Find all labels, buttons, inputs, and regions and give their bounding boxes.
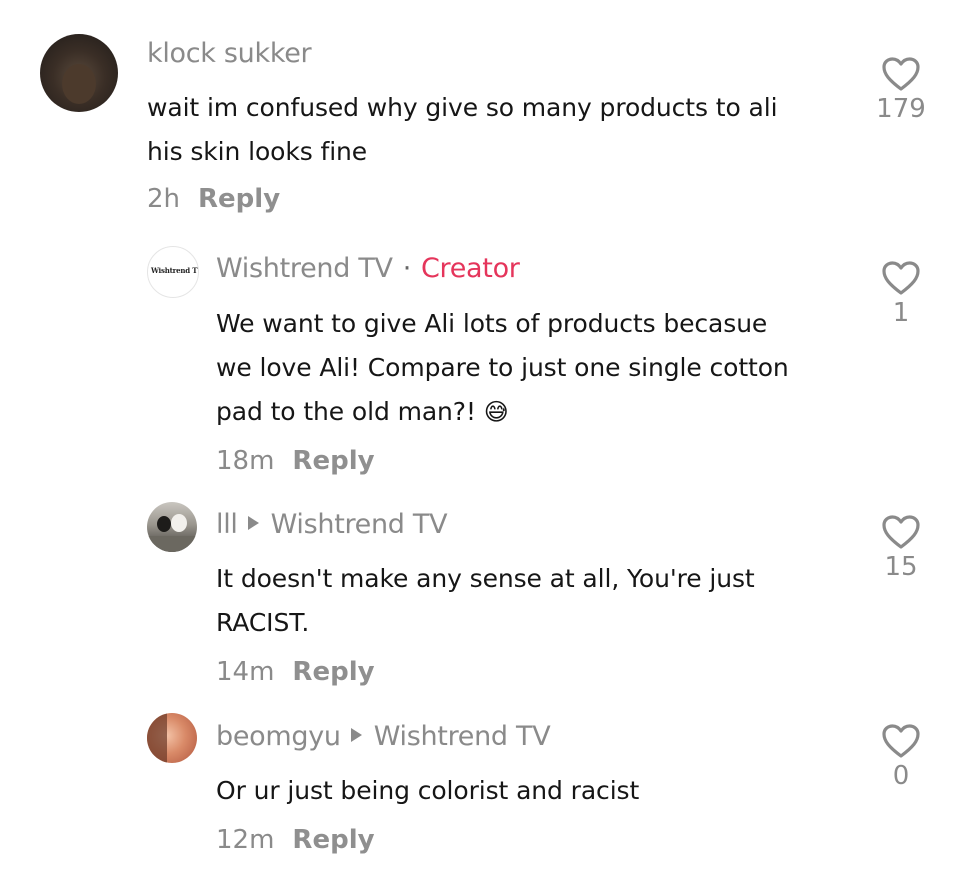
- wishtrend-logo: Wishtrend TV: [151, 266, 199, 275]
- comment-line: Or ur just being colorist and racist: [216, 776, 640, 805]
- creator-badge: Creator: [420, 253, 520, 284]
- like-count: 0: [892, 761, 910, 791]
- comment-username[interactable]: lll Wishtrend TV: [216, 509, 448, 540]
- avatar[interactable]: [147, 713, 197, 763]
- comment-username[interactable]: klock sukker: [147, 38, 312, 69]
- like-button[interactable]: 1: [871, 260, 931, 328]
- reply-button[interactable]: Reply: [198, 184, 280, 214]
- reply-button[interactable]: Reply: [292, 825, 374, 855]
- comment-meta: 2h Reply: [147, 184, 280, 214]
- like-button[interactable]: 179: [871, 56, 931, 124]
- like-count: 15: [884, 552, 918, 582]
- reply-to-username[interactable]: Wishtrend TV: [271, 509, 448, 540]
- reply-button[interactable]: Reply: [292, 446, 374, 476]
- avatar[interactable]: Wishtrend TV: [147, 246, 199, 298]
- like-button[interactable]: 0: [871, 723, 931, 791]
- comment-username[interactable]: beomgyu Wishtrend TV: [216, 721, 551, 752]
- comment-line: RACIST.: [216, 608, 310, 637]
- like-count: 1: [892, 298, 910, 328]
- username-text[interactable]: lll: [216, 509, 238, 540]
- comment-line: It doesn't make any sense at all, You're…: [216, 564, 755, 593]
- comment-line: pad to the old man?! 😅: [216, 390, 789, 434]
- play-arrow-icon: [247, 516, 259, 530]
- username-text[interactable]: beomgyu: [216, 721, 341, 752]
- comment-text: We want to give Ali lots of products bec…: [216, 302, 789, 434]
- comment-meta: 12m Reply: [216, 825, 375, 855]
- username-text[interactable]: klock sukker: [147, 38, 312, 69]
- like-count: 179: [876, 94, 926, 124]
- username-text[interactable]: Wishtrend TV: [216, 253, 393, 284]
- comment-text: wait im confused why give so many produc…: [147, 86, 778, 174]
- reply-button[interactable]: Reply: [292, 657, 374, 687]
- comment-line: his skin looks fine: [147, 137, 368, 166]
- comment-meta: 18m Reply: [216, 446, 375, 476]
- heart-outline-icon[interactable]: [881, 260, 921, 296]
- play-arrow-icon: [350, 728, 362, 742]
- comment-text: It doesn't make any sense at all, You're…: [216, 557, 755, 645]
- comment-line: wait im confused why give so many produc…: [147, 93, 778, 122]
- comment-line: We want to give Ali lots of products bec…: [216, 309, 768, 338]
- comment-line: we love Ali! Compare to just one single …: [216, 353, 789, 382]
- heart-outline-icon[interactable]: [881, 56, 921, 92]
- comment-timestamp: 14m: [216, 657, 275, 687]
- sweat-smile-emoji-icon: 😅: [483, 398, 509, 426]
- reply-to-username[interactable]: Wishtrend TV: [374, 721, 551, 752]
- heart-outline-icon[interactable]: [881, 723, 921, 759]
- separator-dot: ·: [402, 253, 412, 284]
- avatar[interactable]: [147, 502, 197, 552]
- comment-username[interactable]: Wishtrend TV · Creator: [216, 253, 520, 284]
- logo-text: Wishtrend TV: [151, 266, 199, 275]
- heart-outline-icon[interactable]: [881, 514, 921, 550]
- comment-item: klock sukker wait im confused why give s…: [0, 0, 960, 230]
- comment-timestamp: 12m: [216, 825, 275, 855]
- comment-line-text: pad to the old man?!: [216, 397, 476, 426]
- comment-timestamp: 18m: [216, 446, 275, 476]
- comment-text: Or ur just being colorist and racist: [216, 769, 639, 813]
- comment-meta: 14m Reply: [216, 657, 375, 687]
- comment-timestamp: 2h: [147, 184, 181, 214]
- avatar[interactable]: [40, 34, 118, 112]
- like-button[interactable]: 15: [871, 514, 931, 582]
